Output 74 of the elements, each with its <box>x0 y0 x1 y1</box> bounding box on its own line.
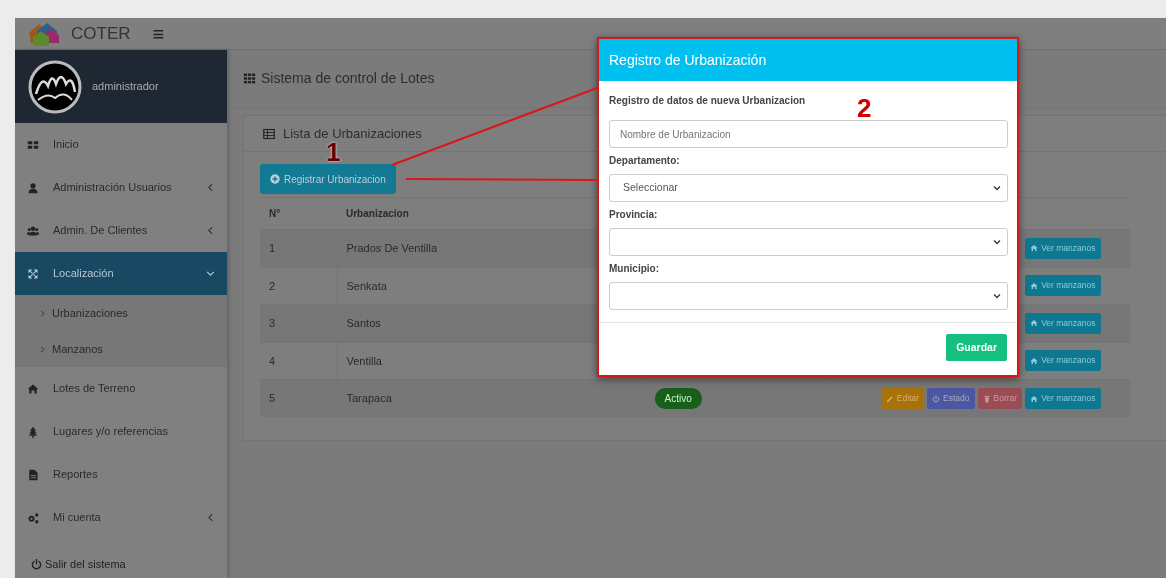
select-field[interactable] <box>609 228 1008 256</box>
user-icon <box>27 181 39 194</box>
register-button[interactable]: Registrar Urbanizacion <box>260 164 396 194</box>
view-button[interactable]: Ver manzanos <box>1025 275 1101 297</box>
save-button[interactable]: Guardar <box>946 334 1007 361</box>
select-field[interactable] <box>609 282 1008 310</box>
field-label: Municipio: <box>609 262 660 276</box>
submenu-item[interactable]: Manzanos <box>15 331 227 367</box>
home-icon <box>1030 319 1039 328</box>
trash-icon <box>982 394 991 403</box>
menu-toggle-button[interactable]: ≡ <box>152 23 165 44</box>
dashboard-icon <box>27 138 39 151</box>
tree-icon <box>27 425 39 438</box>
edit-button[interactable]: Editar <box>880 388 925 409</box>
page-title: Sistema de control de Lotes <box>261 69 435 88</box>
chevron-right-icon <box>39 309 46 317</box>
status-badge: Activo <box>654 388 702 409</box>
column-header: Urbanizacion <box>346 208 409 219</box>
power-icon <box>932 394 941 403</box>
view-button[interactable]: Ver manzanos <box>1025 237 1101 259</box>
sidebar-item[interactable]: Lugares y/o referencias <box>15 410 227 453</box>
home-icon <box>1030 356 1039 365</box>
table-cell: Senkata <box>346 279 387 292</box>
submenu-item[interactable]: Urbanizaciones <box>15 295 227 331</box>
sidebar-item[interactable]: Administración Usuarios <box>15 166 227 209</box>
sidebar-item[interactable]: Admin. De Clientes <box>15 209 227 252</box>
table-cell: 3 <box>269 317 276 329</box>
gears-icon <box>27 511 39 524</box>
dialog-title: Registro de Urbanización <box>609 50 767 70</box>
sidebar-item[interactable]: Reportes <box>15 453 227 496</box>
sidebar-item[interactable]: Mi cuenta <box>15 496 227 539</box>
plus-circle-icon <box>270 174 280 184</box>
state-button[interactable]: Estado <box>927 388 975 409</box>
chevron-right-icon <box>39 345 46 353</box>
view-button[interactable]: Ver manzanos <box>1025 312 1101 334</box>
users-icon <box>27 224 39 237</box>
sidebar-item[interactable]: Lotes de Terreno <box>15 367 227 410</box>
logout-link[interactable]: Salir del sistema <box>15 550 227 578</box>
table-cell: Prados De Ventilla <box>346 242 437 254</box>
field-label: Provincia: <box>609 208 659 222</box>
view-button[interactable]: Ver manzanos <box>1025 350 1101 372</box>
power-icon <box>31 558 42 570</box>
logo-icon <box>27 20 61 47</box>
arrows-icon <box>27 267 39 280</box>
user-name: administrador <box>92 79 159 95</box>
table-cell: 1 <box>269 242 276 254</box>
home-icon <box>1030 281 1039 290</box>
table-cell: Santos <box>346 317 381 329</box>
table-cell: 5 <box>269 392 276 405</box>
table-icon <box>263 127 275 140</box>
table-cell: 4 <box>269 354 276 367</box>
document-icon <box>27 468 39 481</box>
table-cell: Ventilla <box>346 354 382 367</box>
delete-button[interactable]: Borrar <box>977 388 1023 409</box>
home-icon <box>1030 244 1039 253</box>
avatar-icon <box>28 59 82 114</box>
view-button[interactable]: Ver manzanos <box>1025 388 1101 409</box>
grid-icon <box>243 72 256 85</box>
chevron-down-icon <box>993 292 1001 300</box>
name-input-field[interactable]: Nombre de Urbanizacion <box>609 120 1008 148</box>
table-cell: Tarapaca <box>346 392 392 405</box>
home-icon <box>27 382 39 395</box>
field-label: Departamento: <box>609 154 681 168</box>
chevron-down-icon <box>993 238 1001 246</box>
table-cell: 2 <box>269 279 276 292</box>
pencil-icon <box>885 394 894 403</box>
chevron-down-icon <box>993 184 1001 192</box>
sidebar-item[interactable]: Inicio <box>15 123 227 166</box>
annotation-number: 2 <box>857 95 872 121</box>
brand-name: COTER <box>71 22 131 45</box>
column-header: N° <box>269 208 281 219</box>
home-icon <box>1030 394 1039 403</box>
select-field[interactable]: Seleccionar <box>609 174 1008 202</box>
sidebar-item[interactable]: Localización <box>15 252 227 295</box>
